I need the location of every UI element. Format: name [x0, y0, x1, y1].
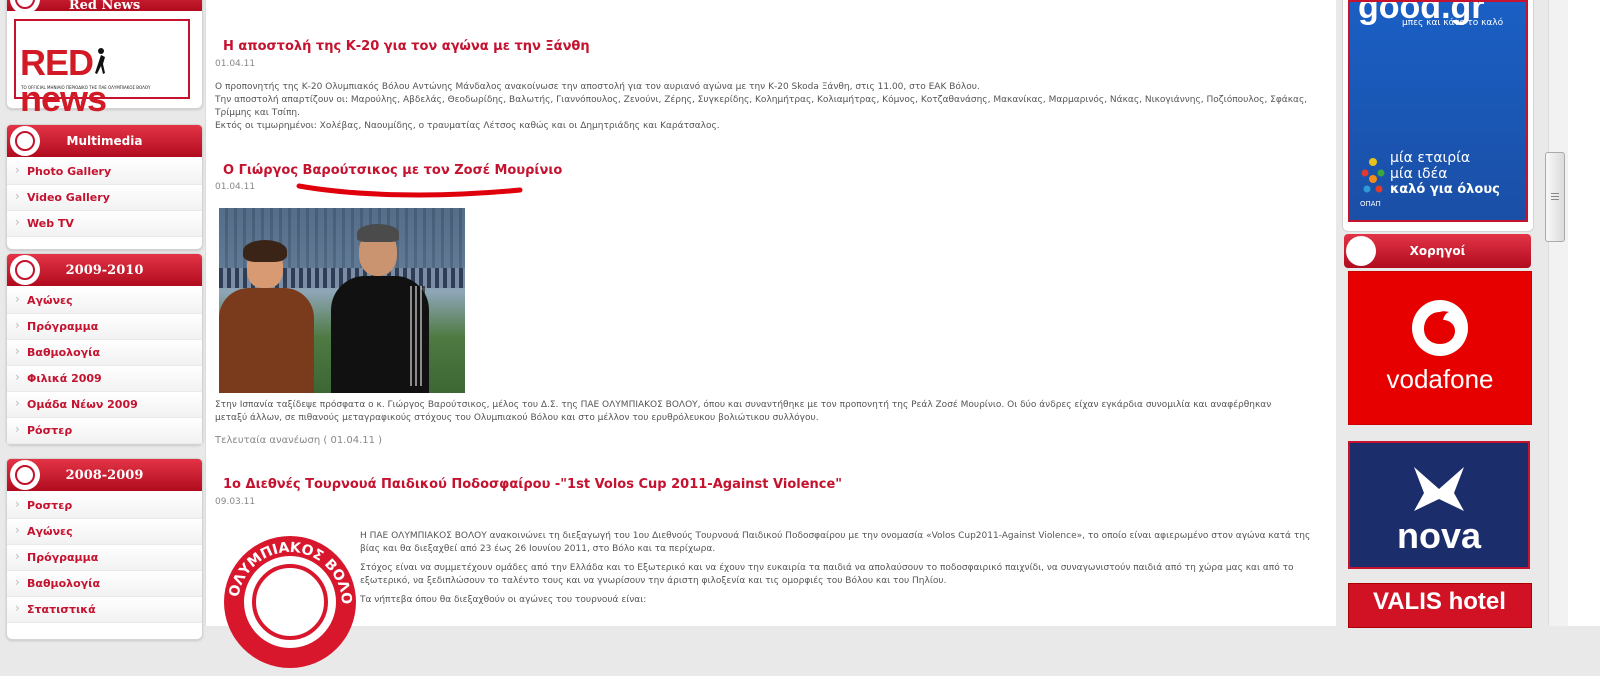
article-title[interactable]: 1ο Διεθνές Τουρνουά Παιδικού Ποδοσφαίρου… [223, 477, 842, 492]
opap-line3: καλό για όλους [1390, 182, 1500, 197]
opap-ad-banner[interactable]: good.gr μπες και κάνε το καλό μία εταιρί… [1348, 0, 1528, 222]
club-crest-icon [10, 255, 40, 285]
vodafone-label: vodafone [1386, 364, 1494, 394]
sponsors-header: Χορηγοί [1344, 234, 1531, 268]
valis-hotel-label: VALIS hotel [1373, 588, 1506, 615]
red-news-banner[interactable]: RED news ΤΟ OFFICIAL ΜΗΝΙΑΙΟ ΠΕΡΙΟΔΙΚΟ Τ… [14, 19, 190, 117]
left-sidebar: Red News RED news ΤΟ OFFICIAL ΜΗΝΙΑΙΟ ΠΕ… [0, 0, 205, 640]
club-crest-icon [10, 0, 40, 14]
menu-item-vathmologia-2008[interactable]: Βαθμολογία [7, 570, 202, 597]
main-content: Η αποστολή της Κ-20 για τον αγώνα με την… [205, 0, 1337, 668]
season-2009-2010-header: 2009-2010 [7, 254, 202, 286]
menu-item-vathmologia[interactable]: Βαθμολογία [7, 339, 202, 366]
red-news-tagline: ΤΟ OFFICIAL ΜΗΝΙΑΙΟ ΠΕΡΙΟΔΙΚΟ ΤΗΣ ΠΑΕ ΟΛ… [21, 85, 151, 90]
menu-item-agones[interactable]: Αγώνες [7, 287, 202, 314]
menu-item-web-tv[interactable]: Web TV [7, 210, 202, 237]
multimedia-box: Multimedia Photo Gallery Video Gallery W… [6, 124, 203, 250]
club-crest-icon [1346, 236, 1376, 266]
menu-item-agones-2008[interactable]: Αγώνες [7, 518, 202, 545]
red-news-logo-red: RED [20, 42, 94, 83]
opap-line1: μία εταιρία [1390, 150, 1471, 166]
menu-item-omada-neon-2009[interactable]: Ομάδα Νέων 2009 [7, 391, 202, 418]
menu-item-video-gallery[interactable]: Video Gallery [7, 184, 202, 211]
opap-line2: μία ιδέα [1390, 166, 1448, 182]
red-news-header: Red News [7, 0, 202, 14]
vodafone-sponsor-banner[interactable]: vodafone [1348, 271, 1532, 425]
olympiakos-volou-crest: ΟΛΥΜΠΙΑΚΟΣ ΒΟΛΟΥ [214, 520, 360, 672]
menu-item-filika-2009[interactable]: Φιλικά 2009 [7, 365, 202, 392]
menu-item-programma-2008[interactable]: Πρόγραμμα [7, 544, 202, 571]
window-edge [1568, 0, 1600, 626]
article-title[interactable]: Ο Γιώργος Βαρούτσικος με τον Ζοσέ Μουρίν… [223, 163, 562, 178]
opap-ad-slogan: μπες και κάνε το καλό [1402, 18, 1504, 28]
valis-hotel-sponsor-banner[interactable]: VALIS hotel [1348, 583, 1532, 628]
menu-item-photo-gallery[interactable]: Photo Gallery [7, 158, 202, 185]
article-date: 01.04.11 [215, 59, 256, 69]
right-sidebar: good.gr μπες και κάνε το καλό μία εταιρί… [1336, 0, 1546, 628]
menu-item-programma[interactable]: Πρόγραμμα [7, 313, 202, 340]
season-2008-2009-header: 2008-2009 [7, 459, 202, 491]
red-underline-annotation [296, 183, 523, 198]
article-body: Στην Ισπανία ταξίδεψε πρόσφατα ο κ. Γιώρ… [215, 400, 1272, 423]
menu-item-statistika-2008[interactable]: Στατιστικά [7, 596, 202, 623]
opap-figure-icon [1360, 157, 1386, 197]
club-crest-icon [10, 460, 40, 490]
last-updated: Τελευταία ανανέωση ( 01.04.11 ) [215, 435, 383, 446]
vodafone-logo-icon [1412, 300, 1468, 356]
article-title[interactable]: Η αποστολή της Κ-20 για τον αγώνα με την… [223, 39, 590, 54]
menu-item-roster-2008[interactable]: Ροστερ [7, 492, 202, 519]
person-left-jacket [219, 288, 314, 393]
season-2009-2010-box: 2009-2010 Αγώνες Πρόγραμμα Βαθμολογία Φι… [6, 253, 203, 445]
article-body: Η ΠΑΕ ΟΛΥΜΠΙΑΚΟΣ ΒΟΛΟΥ ανακοινώνει τη δι… [360, 531, 1311, 605]
season-2008-2009-box: 2008-2009 Ροστερ Αγώνες Πρόγραμμα Βαθμολ… [6, 458, 203, 640]
nova-label: nova [1396, 515, 1482, 556]
menu-item-roster[interactable]: Ρόστερ [7, 417, 202, 444]
club-crest-icon [10, 126, 40, 156]
player-silhouette-icon [93, 47, 107, 77]
nova-sponsor-banner[interactable]: nova [1348, 441, 1530, 569]
scrollbar-thumb[interactable] [1545, 152, 1565, 242]
opap-brand: ΟΠΑΠ [1360, 200, 1381, 208]
nova-logo-icon [1414, 467, 1464, 511]
article-date: 09.03.11 [215, 497, 256, 507]
article-date: 01.04.11 [215, 182, 256, 192]
multimedia-header: Multimedia [7, 125, 202, 157]
page-scrollbar[interactable] [1548, 0, 1569, 626]
article-photo[interactable] [219, 208, 465, 393]
article-body: Ο προπονητής της Κ-20 Ολυμπιακός Βόλου Α… [215, 82, 1308, 131]
